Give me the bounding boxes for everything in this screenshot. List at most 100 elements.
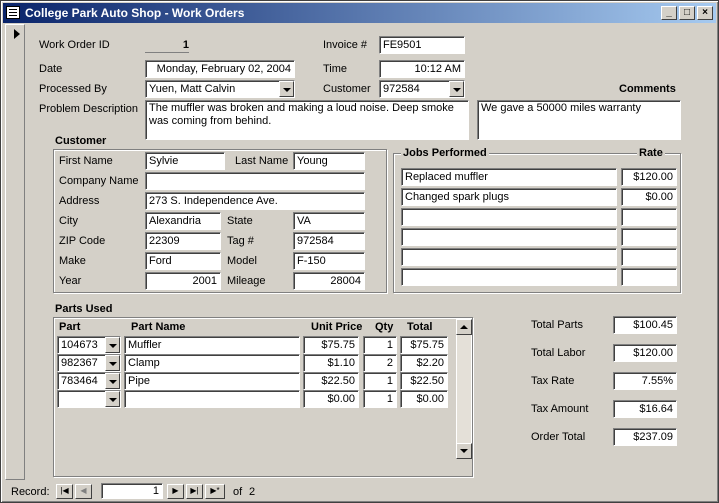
parts-scrollbar[interactable] [456,319,472,459]
line-total-field: $75.75 [400,336,448,354]
record-selector[interactable] [5,24,25,480]
prev-record-icon[interactable]: ◀ [75,484,92,499]
job-description-field[interactable] [401,268,617,286]
job-rate-field[interactable]: $0.00 [621,188,677,206]
problem-description-label: Problem Description [39,103,139,115]
processed-by-label: Processed By [39,83,107,95]
unit-price-field[interactable]: $75.75 [303,336,359,354]
job-description-field[interactable]: Replaced muffler [401,168,617,186]
chevron-down-icon[interactable] [105,337,120,353]
scroll-down-icon[interactable] [456,443,472,459]
unit-price-field[interactable]: $1.10 [303,354,359,372]
customer-value: 972584 [383,83,420,95]
part-number-value: 783464 [61,375,98,387]
part-number-combo[interactable]: 982367 [57,354,121,372]
line-total-field: $2.20 [400,354,448,372]
title-bar: College Park Auto Shop - Work Orders _ □… [3,3,716,23]
tag-field[interactable]: 972584 [293,232,365,250]
maximize-button[interactable]: □ [679,6,695,20]
new-record-icon[interactable]: ▶* [205,484,225,499]
rate-header: Rate [637,146,665,160]
scroll-up-icon[interactable] [456,319,472,335]
total-parts-field: $100.45 [613,316,677,334]
work-order-id-label: Work Order ID [39,39,110,51]
line-total-field: $0.00 [400,390,448,408]
date-field[interactable]: Monday, February 02, 2004 [145,60,295,78]
current-record-icon [14,29,20,39]
problem-description-field[interactable]: The muffler was broken and making a loud… [145,100,469,140]
total-labor-label: Total Labor [531,347,586,359]
record-label: Record: [11,486,50,498]
zip-field[interactable]: 22309 [145,232,221,250]
tax-amount-field: $16.64 [613,400,677,418]
mileage-label: Mileage [227,275,266,287]
tax-rate-field[interactable]: 7.55% [613,372,677,390]
job-rate-field[interactable] [621,268,677,286]
unit-price-field[interactable]: $0.00 [303,390,359,408]
comments-label: Comments [619,83,676,95]
model-label: Model [227,255,257,267]
job-description-field[interactable] [401,208,617,226]
customer-combo[interactable]: 972584 [379,80,465,98]
first-name-field[interactable]: Sylvie [145,152,225,170]
qty-field[interactable]: 2 [363,354,397,372]
zip-label: ZIP Code [59,235,106,247]
make-field[interactable]: Ford [145,252,221,270]
last-record-icon[interactable]: ▶| [186,484,203,499]
job-description-field[interactable]: Changed spark plugs [401,188,617,206]
model-field[interactable]: F-150 [293,252,365,270]
last-name-label: Last Name [235,155,289,167]
part-name-column-header: Part Name [131,321,186,333]
record-count: 2 [249,486,256,498]
record-of-label: of [233,486,243,498]
part-column-header: Part [59,321,81,333]
date-label: Date [39,63,63,75]
customer-section-title: Customer [55,135,107,147]
company-field[interactable] [145,172,365,190]
order-total-field: $237.09 [613,428,677,446]
qty-field[interactable]: 1 [363,372,397,390]
unit-price-field[interactable]: $22.50 [303,372,359,390]
next-record-icon[interactable]: ▶ [167,484,184,499]
part-name-field[interactable] [124,390,300,408]
part-name-field[interactable]: Clamp [124,354,300,372]
parts-section-title: Parts Used [55,303,113,315]
part-number-combo[interactable] [57,390,121,408]
invoice-field[interactable]: FE9501 [379,36,465,54]
time-label: Time [323,63,348,75]
tax-amount-label: Tax Amount [531,403,589,415]
current-record-field[interactable]: 1 [101,483,163,499]
job-rate-field[interactable]: $120.00 [621,168,677,186]
job-rate-field[interactable] [621,248,677,266]
comments-field[interactable]: We gave a 50000 miles warranty [477,100,681,140]
qty-column-header: Qty [375,321,394,333]
chevron-down-icon[interactable] [105,391,120,407]
job-rate-field[interactable] [621,228,677,246]
time-field[interactable]: 10:12 AM [379,60,465,78]
chevron-down-icon[interactable] [105,373,120,389]
qty-field[interactable]: 1 [363,336,397,354]
part-number-combo[interactable]: 104673 [57,336,121,354]
address-field[interactable]: 273 S. Independence Ave. [145,192,365,210]
job-rate-field[interactable] [621,208,677,226]
chevron-down-icon[interactable] [449,81,464,97]
year-field[interactable]: 2001 [145,272,221,290]
last-name-field[interactable]: Young [293,152,365,170]
minimize-button[interactable]: _ [661,6,677,20]
part-number-combo[interactable]: 783464 [57,372,121,390]
chevron-down-icon[interactable] [279,81,294,97]
part-name-field[interactable]: Muffler [124,336,300,354]
first-record-icon[interactable]: |◀ [56,484,73,499]
close-button[interactable]: × [697,6,713,20]
first-name-label: First Name [59,155,113,167]
state-field[interactable]: VA [293,212,365,230]
chevron-down-icon[interactable] [105,355,120,371]
job-description-field[interactable] [401,248,617,266]
mileage-field[interactable]: 28004 [293,272,365,290]
processed-by-combo[interactable]: Yuen, Matt Calvin [145,80,295,98]
work-orders-window: College Park Auto Shop - Work Orders _ □… [0,0,719,503]
city-field[interactable]: Alexandria [145,212,221,230]
qty-field[interactable]: 1 [363,390,397,408]
part-name-field[interactable]: Pipe [124,372,300,390]
job-description-field[interactable] [401,228,617,246]
